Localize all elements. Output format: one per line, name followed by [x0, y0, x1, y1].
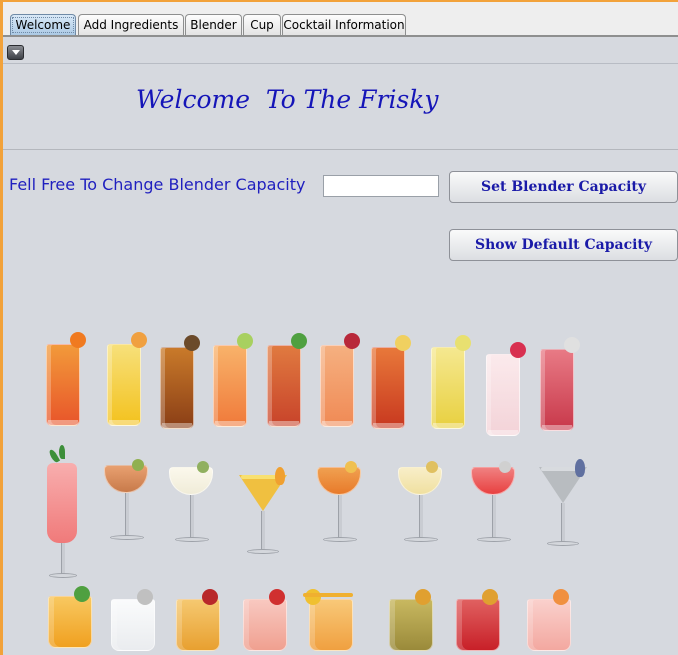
tab-cup-label: Cup	[250, 18, 274, 32]
tab-add-ingredients-label: Add Ingredients	[83, 18, 179, 32]
page-title: Welcome To The Frisky	[136, 85, 439, 114]
tab-cocktail-information[interactable]: Cocktail Information	[282, 14, 406, 36]
collapse-toggle-icon[interactable]	[7, 45, 24, 60]
capacity-input[interactable]	[323, 175, 439, 197]
tab-cup[interactable]: Cup	[243, 14, 281, 36]
tab-welcome-label: Welcome	[11, 17, 75, 33]
set-blender-capacity-button[interactable]: Set Blender Capacity	[449, 171, 678, 203]
tab-blender-label: Blender	[190, 18, 237, 32]
tab-bar: Welcome Add Ingredients Blender Cup Cock…	[3, 2, 678, 36]
capacity-label: Fell Free To Change Blender Capacity	[9, 175, 306, 194]
panel-header-divider	[3, 63, 678, 64]
tab-blender[interactable]: Blender	[185, 14, 242, 36]
tab-cocktail-information-label: Cocktail Information	[283, 18, 405, 32]
welcome-panel: Welcome To The Frisky Fell Free To Chang…	[3, 37, 678, 655]
tab-add-ingredients[interactable]: Add Ingredients	[78, 14, 184, 36]
title-separator	[3, 149, 678, 150]
tab-welcome[interactable]: Welcome	[10, 14, 76, 36]
show-default-capacity-button[interactable]: Show Default Capacity	[449, 229, 678, 261]
